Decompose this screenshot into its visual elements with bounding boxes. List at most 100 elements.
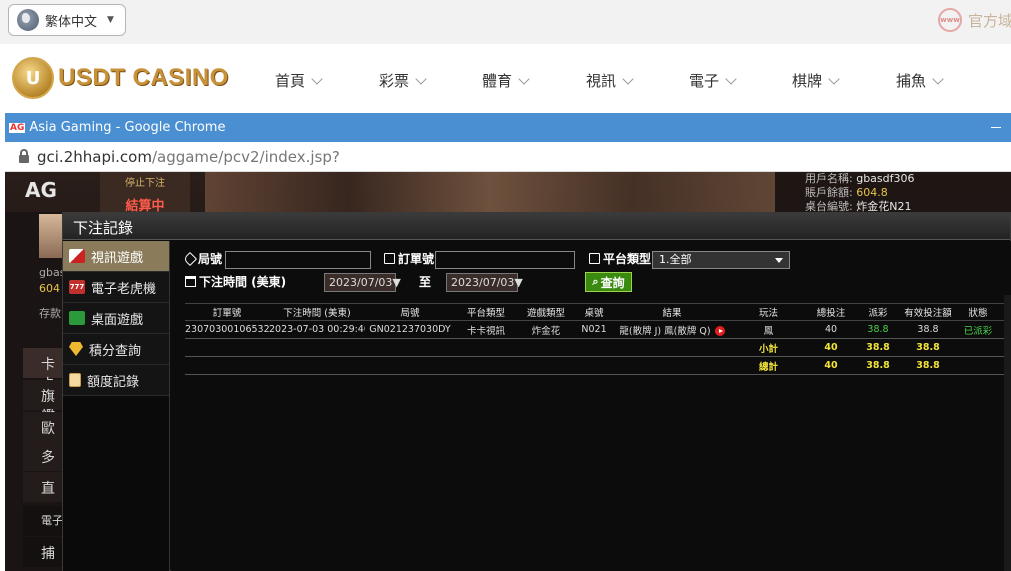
cell-bet-time: 2023-07-03 00:29:40 xyxy=(269,320,365,339)
nav-cards[interactable]: 棋牌 xyxy=(792,70,840,91)
ag-favicon-icon: AG xyxy=(9,122,26,133)
username-value: gbasdf306 xyxy=(856,172,915,185)
nav-label: 首頁 xyxy=(275,72,306,90)
slot-777-icon: 777 xyxy=(69,280,85,294)
subtotal-valid: 38.8 xyxy=(900,338,956,357)
date-from-value: 2023/07/03 xyxy=(329,276,393,289)
site-logo[interactable]: U USDT CASINO xyxy=(12,57,229,99)
nav-lottery[interactable]: 彩票 xyxy=(379,70,427,91)
chevron-down-icon xyxy=(725,72,737,85)
usdt-coin-icon: U xyxy=(12,57,54,99)
date-to[interactable]: 2023/07/03▼ xyxy=(446,273,523,292)
bet-record-table: 訂單號 下注時間 (美東) 局號 平台類型 遊戲類型 桌號 結果 玩法 總投注 … xyxy=(185,303,1011,375)
bet-record-modal: 下注記錄 視訊遊戲 777 電子老虎機 桌面遊戲 積分查詢 額度記錄 局號 訂單號… xyxy=(62,212,1011,571)
subtotal-label: 小計 xyxy=(731,338,806,357)
menu-table-games[interactable]: 桌面遊戲 xyxy=(63,303,169,334)
round-filter-label: 局號 xyxy=(182,250,222,267)
order-input[interactable] xyxy=(435,251,575,269)
balance-label: 賬戶餘額: xyxy=(805,186,853,199)
nav-sports[interactable]: 體育 xyxy=(482,70,530,91)
col-header: 局號 xyxy=(365,303,455,321)
list-icon xyxy=(589,253,600,264)
browser-addressbar[interactable]: gci.2hhapi.com/aggame/pcv2/index.jsp? xyxy=(5,142,1011,172)
table-game-icon xyxy=(69,311,85,325)
menu-label: 桌面遊戲 xyxy=(91,312,144,328)
query-label: 查詢 xyxy=(600,275,625,290)
total-valid: 38.8 xyxy=(900,356,956,375)
nav-label: 彩票 xyxy=(379,72,410,90)
round-input[interactable] xyxy=(225,251,371,269)
browser-title: Asia Gaming - Google Chrome xyxy=(29,120,226,135)
language-selector[interactable]: 繁体中文 ▼ xyxy=(8,4,126,36)
menu-slots[interactable]: 777 電子老虎機 xyxy=(63,272,169,303)
label-text: 下注時間 (美東) xyxy=(199,275,287,289)
col-header: 玩法 xyxy=(731,303,806,321)
nav-live[interactable]: 視訊 xyxy=(586,70,634,91)
chevron-down-icon xyxy=(932,72,944,85)
col-header: 遊戲類型 xyxy=(517,303,575,321)
scrollbar[interactable] xyxy=(1004,295,1011,571)
balance-value: 604.8 xyxy=(856,186,888,199)
col-header: 總投注 xyxy=(806,303,856,321)
total-payout: 38.8 xyxy=(856,356,900,375)
play-video-icon[interactable] xyxy=(714,326,725,336)
subtotal-row: 小計 40 38.8 38.8 xyxy=(185,338,1011,357)
platform-select[interactable]: 1.全部 xyxy=(652,251,790,269)
nav-home[interactable]: 首頁 xyxy=(275,70,323,91)
table-header-row: 訂單號 下注時間 (美東) 局號 平台類型 遊戲類型 桌號 結果 玩法 總投注 … xyxy=(185,303,1011,321)
cards-icon xyxy=(69,249,85,263)
col-header: 平台類型 xyxy=(455,303,517,321)
date-from[interactable]: 2023/07/03▼ xyxy=(324,273,401,292)
record-menu: 視訊遊戲 777 電子老虎機 桌面遊戲 積分查詢 額度記錄 xyxy=(63,241,170,571)
nav-label: 體育 xyxy=(482,72,513,90)
chevron-down-icon xyxy=(518,72,530,85)
nav-slots[interactable]: 電子 xyxy=(689,70,737,91)
nav-fishing[interactable]: 捕魚 xyxy=(896,70,944,91)
cell-round: GN021237030DY xyxy=(365,320,455,339)
site-topbar: 繁体中文 ▼ www 官方域 xyxy=(0,0,1011,44)
cell-total-bet: 40 xyxy=(806,320,856,339)
search-icon: ⌕ xyxy=(592,275,599,288)
order-filter-label: 訂單號 xyxy=(384,250,434,267)
menu-points[interactable]: 積分查詢 xyxy=(63,334,169,365)
menu-credit-log[interactable]: 額度記錄 xyxy=(63,365,169,396)
cell-status: 已派彩 xyxy=(956,320,1000,339)
col-header: 下注時間 (美東) xyxy=(269,303,365,321)
menu-label: 積分查詢 xyxy=(89,343,142,359)
menu-label: 電子老虎機 xyxy=(91,281,157,297)
url-path: /aggame/pcv2/index.jsp? xyxy=(151,147,340,166)
dealer-photo xyxy=(205,172,775,212)
nav-label: 棋牌 xyxy=(792,72,823,90)
chevron-down-icon xyxy=(828,72,840,85)
select-arrow-icon xyxy=(775,258,783,263)
cell-game-type: 炸金花 xyxy=(517,320,575,339)
menu-label: 視訊遊戲 xyxy=(91,250,144,266)
side-deposit[interactable]: 存款 xyxy=(39,305,61,321)
betting-status-panel: 停止下注 結算中 xyxy=(100,172,190,214)
document-icon xyxy=(69,373,81,387)
query-button[interactable]: ⌕ 查詢 xyxy=(585,272,632,292)
record-content: 局號 訂單號 平台類型 1.全部 下注時間 (美東) 2023/07/03▼ 至… xyxy=(171,241,1011,571)
nav-label: 捕魚 xyxy=(896,72,927,90)
chevron-down-icon xyxy=(311,72,323,85)
www-icon: www xyxy=(937,8,962,32)
result-text: 龍(散牌 J) 鳳(散牌 Q) xyxy=(619,325,711,337)
nav-label: 電子 xyxy=(689,72,720,90)
side-balance: 604 xyxy=(39,282,60,295)
cell-table-no: N021 xyxy=(575,320,613,339)
menu-live-games[interactable]: 視訊遊戲 xyxy=(63,241,169,272)
url-text[interactable]: gci.2hhapi.com/aggame/pcv2/index.jsp? xyxy=(37,148,340,166)
stop-betting-label: 停止下注 xyxy=(125,178,165,189)
browser-titlebar[interactable]: AG Asia Gaming - Google Chrome xyxy=(5,113,1011,142)
time-filter-label: 下注時間 (美東) xyxy=(185,273,286,290)
cell-bet-type: 鳳 xyxy=(731,320,806,339)
official-link-label: 官方域 xyxy=(967,11,1011,30)
language-label: 繁体中文 xyxy=(45,14,98,30)
ag-logo: AG xyxy=(25,178,57,202)
minimize-icon[interactable] xyxy=(991,127,1001,128)
subtotal-bet: 40 xyxy=(806,338,856,357)
platform-value: 1.全部 xyxy=(659,253,692,266)
official-link[interactable]: www 官方域 xyxy=(937,8,1011,32)
cell-payout: 38.8 xyxy=(856,320,900,339)
cell-order-id: 230703001065322 xyxy=(185,320,269,339)
